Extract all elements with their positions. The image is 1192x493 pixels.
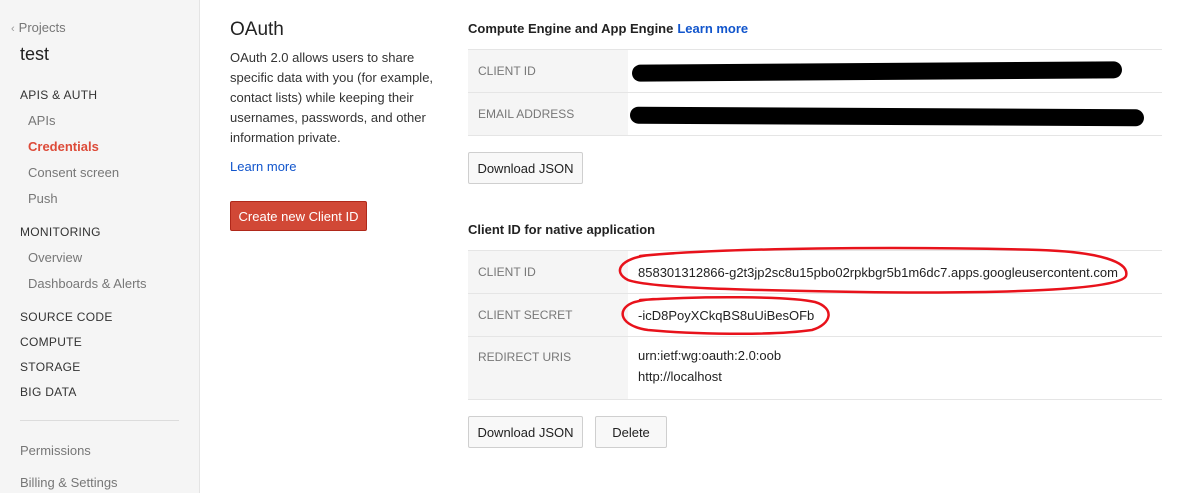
nav-item-billing-settings[interactable]: Billing & Settings bbox=[20, 475, 118, 490]
oauth-description: OAuth 2.0 allows users to share specific… bbox=[230, 50, 434, 145]
table-row: CLIENT SECRET -icD8PoyXCkqBS8uUiBesOFb bbox=[468, 294, 1162, 337]
sidebar: ‹ Projects test APIS & AUTH APIs Credenti… bbox=[0, 0, 200, 493]
redirect-uri[interactable]: http://localhost bbox=[638, 366, 722, 387]
nav-item-credentials[interactable]: Credentials bbox=[28, 139, 99, 154]
compute-learn-more-link[interactable]: Learn more bbox=[677, 21, 748, 36]
project-name: test bbox=[20, 44, 50, 64]
native-client-secret-value[interactable]: -icD8PoyXCkqBS8uUiBesOFb bbox=[628, 294, 1162, 336]
native-redirect-values: urn:ietf:wg:oauth:2.0:oob http://localho… bbox=[628, 337, 1162, 399]
nav-item-push[interactable]: Push bbox=[28, 191, 58, 206]
nav-section-storage[interactable]: STORAGE bbox=[20, 360, 81, 374]
native-client-secret-label: CLIENT SECRET bbox=[468, 294, 628, 336]
nav-section-monitoring[interactable]: MONITORING bbox=[20, 225, 101, 239]
compute-section-title-text: Compute Engine and App Engine bbox=[468, 21, 674, 36]
nav-section-big-data[interactable]: BIG DATA bbox=[20, 385, 77, 399]
table-row: REDIRECT URIS urn:ietf:wg:oauth:2.0:oob … bbox=[468, 337, 1162, 400]
native-credentials-table: CLIENT ID 858301312866-g2t3jp2sc8u15pbo0… bbox=[468, 250, 1162, 400]
table-row: CLIENT ID bbox=[468, 50, 1162, 93]
native-section-title: Client ID for native application bbox=[468, 222, 656, 237]
compute-email-value[interactable] bbox=[628, 93, 1162, 135]
back-to-projects-link[interactable]: ‹ Projects bbox=[11, 20, 66, 35]
table-row: EMAIL ADDRESS bbox=[468, 93, 1162, 136]
native-client-id-value[interactable]: 858301312866-g2t3jp2sc8u15pbo02rpkbgr5b1… bbox=[628, 251, 1162, 293]
native-client-id-label: CLIENT ID bbox=[468, 251, 628, 293]
native-delete-button[interactable]: Delete bbox=[595, 416, 667, 448]
redaction-mark bbox=[629, 106, 1145, 127]
native-download-json-button[interactable]: Download JSON bbox=[468, 416, 583, 448]
nav-item-consent-screen[interactable]: Consent screen bbox=[28, 165, 119, 180]
oauth-title: OAuth bbox=[230, 19, 284, 40]
compute-download-json-button[interactable]: Download JSON bbox=[468, 152, 583, 184]
nav-item-apis[interactable]: APIs bbox=[28, 113, 55, 128]
table-row: CLIENT ID 858301312866-g2t3jp2sc8u15pbo0… bbox=[468, 251, 1162, 294]
nav-section-compute[interactable]: COMPUTE bbox=[20, 335, 82, 349]
back-link-label: Projects bbox=[18, 20, 66, 35]
redirect-uri[interactable]: urn:ietf:wg:oauth:2.0:oob bbox=[638, 345, 781, 366]
redaction-mark bbox=[631, 61, 1123, 82]
sidebar-divider bbox=[20, 420, 179, 421]
chevron-left-icon: ‹ bbox=[11, 23, 15, 35]
nav-section-source-code[interactable]: SOURCE CODE bbox=[20, 310, 113, 324]
native-redirect-label: REDIRECT URIS bbox=[468, 337, 628, 399]
compute-client-id-value[interactable] bbox=[628, 50, 1162, 92]
nav-item-dashboards-alerts[interactable]: Dashboards & Alerts bbox=[28, 276, 147, 291]
nav-item-permissions[interactable]: Permissions bbox=[20, 443, 91, 458]
compute-client-id-label: CLIENT ID bbox=[468, 50, 628, 92]
oauth-learn-more-link[interactable]: Learn more bbox=[230, 159, 296, 174]
compute-section-title: Compute Engine and App Engine Learn more bbox=[468, 21, 748, 36]
compute-email-label: EMAIL ADDRESS bbox=[468, 93, 628, 135]
compute-credentials-table: CLIENT ID EMAIL ADDRESS bbox=[468, 49, 1162, 136]
create-client-id-button[interactable]: Create new Client ID bbox=[230, 201, 367, 231]
nav-item-overview[interactable]: Overview bbox=[28, 250, 82, 265]
nav-section-apis-auth[interactable]: APIS & AUTH bbox=[20, 88, 97, 102]
